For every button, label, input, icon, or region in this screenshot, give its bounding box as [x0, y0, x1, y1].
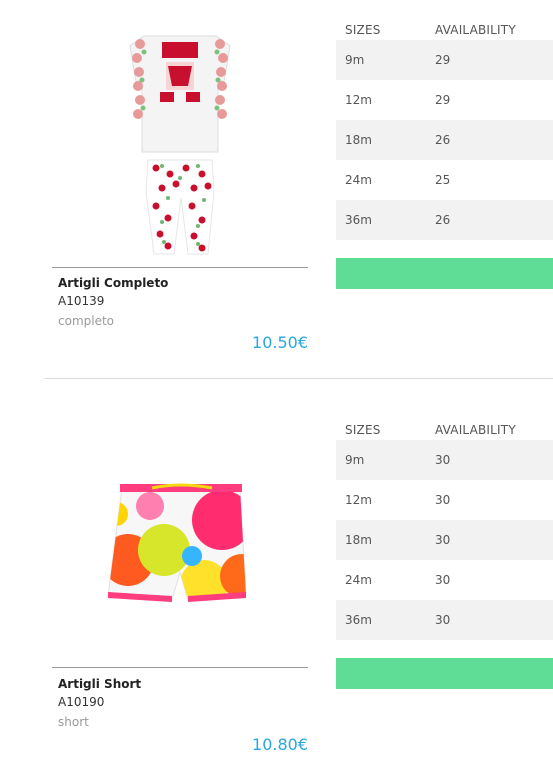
- outfit-image: [129, 35, 231, 255]
- product-name[interactable]: Artigli Completo: [58, 276, 168, 290]
- add-to-cart-button[interactable]: [336, 658, 553, 689]
- size-cell: 36m: [345, 613, 372, 627]
- availability-header: AVAILABILITY: [435, 423, 516, 437]
- qty-cell: 25: [435, 173, 451, 187]
- table-row: 9m 30: [336, 440, 553, 480]
- qty-cell: 26: [435, 133, 451, 147]
- table-row: 12m 30: [336, 480, 553, 520]
- table-row: 36m 26: [336, 200, 553, 240]
- product-divider: [45, 378, 553, 379]
- availability-table: SIZES AVAILABILITY 9m 30 12m 30 18m 30 2…: [336, 420, 553, 640]
- product-code: A10139: [58, 294, 105, 308]
- qty-cell: 30: [435, 533, 451, 547]
- availability-header: AVAILABILITY: [435, 23, 516, 37]
- qty-cell: 26: [435, 213, 451, 227]
- table-header: SIZES AVAILABILITY: [336, 20, 553, 40]
- shorts-image: [107, 483, 247, 602]
- product-category: completo: [58, 314, 115, 328]
- product-name[interactable]: Artigli Short: [58, 677, 141, 691]
- size-cell: 9m: [345, 53, 365, 67]
- qty-cell: 29: [435, 53, 451, 67]
- qty-cell: 30: [435, 613, 451, 627]
- product-code: A10190: [58, 695, 105, 709]
- size-cell: 18m: [345, 133, 372, 147]
- table-row: 9m 29: [336, 40, 553, 80]
- divider: [52, 267, 308, 268]
- size-cell: 18m: [345, 533, 372, 547]
- qty-cell: 30: [435, 493, 451, 507]
- divider: [52, 667, 308, 668]
- qty-cell: 30: [435, 453, 451, 467]
- product-image[interactable]: [52, 22, 308, 258]
- table-header: SIZES AVAILABILITY: [336, 420, 553, 440]
- size-cell: 24m: [345, 573, 372, 587]
- product-price: 10.80€: [252, 735, 308, 754]
- table-row: 24m 30: [336, 560, 553, 600]
- product-category: short: [58, 715, 89, 729]
- table-row: 24m 25: [336, 160, 553, 200]
- qty-cell: 30: [435, 573, 451, 587]
- product-price: 10.50€: [252, 333, 308, 352]
- product-card: Artigli Short A10190 short 10.80€ SIZES …: [0, 380, 553, 770]
- add-to-cart-button[interactable]: [336, 258, 553, 289]
- size-cell: 12m: [345, 493, 372, 507]
- size-cell: 9m: [345, 453, 365, 467]
- sizes-header: SIZES: [345, 23, 381, 37]
- qty-cell: 29: [435, 93, 451, 107]
- size-cell: 24m: [345, 173, 372, 187]
- table-row: 18m 30: [336, 520, 553, 560]
- product-image[interactable]: [52, 460, 308, 700]
- sizes-header: SIZES: [345, 423, 381, 437]
- size-cell: 36m: [345, 213, 372, 227]
- size-cell: 12m: [345, 93, 372, 107]
- table-row: 36m 30: [336, 600, 553, 640]
- table-row: 12m 29: [336, 80, 553, 120]
- table-row: 18m 26: [336, 120, 553, 160]
- availability-table: SIZES AVAILABILITY 9m 29 12m 29 18m 26 2…: [336, 20, 553, 240]
- product-card: Artigli Completo A10139 completo 10.50€ …: [0, 0, 553, 378]
